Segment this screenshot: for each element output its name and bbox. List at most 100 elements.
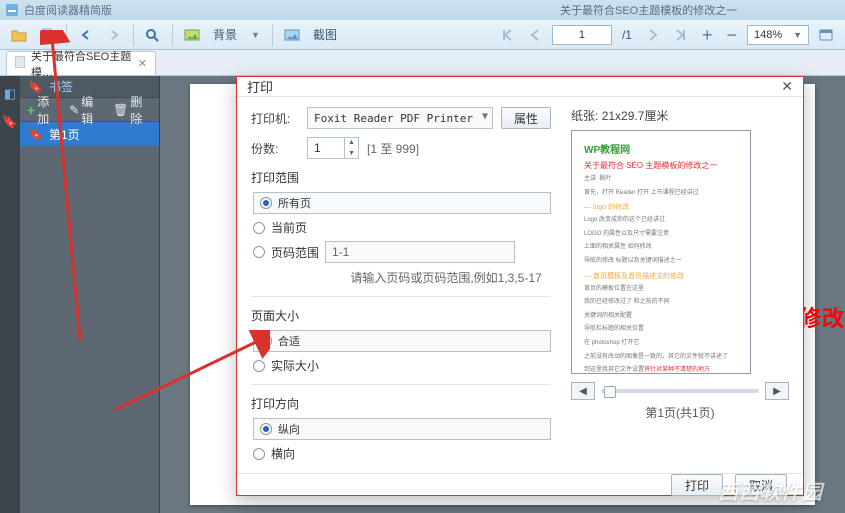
page-range-hint: 请输入页码或页码范围,例如1,3,5-17 <box>341 269 551 286</box>
rail-bookmark-ribbon-icon[interactable]: 🔖 <box>2 114 18 130</box>
spinner-down-icon[interactable]: ▼ <box>345 148 358 159</box>
delete-label: 删除 <box>130 93 152 127</box>
size-fit-label: 合适 <box>278 333 300 349</box>
prev-page-button[interactable] <box>524 24 546 46</box>
print-preview: WP教程网 关于最符合 SEO 主题模板的修改之一 主讲: 枫叶 首先，打开 R… <box>571 130 751 374</box>
print-ok-label: 打印 <box>685 477 709 494</box>
add-label: 添加 <box>37 93 59 127</box>
tab-icon <box>15 56 25 71</box>
layout-mode-button[interactable] <box>815 24 837 46</box>
zoom-out-button[interactable]: − <box>722 26 741 44</box>
page-range-input[interactable]: 1-1 <box>325 241 515 263</box>
close-tab-icon[interactable]: ✕ <box>138 57 147 70</box>
main-toolbar: 背景 ▼ 截图 1 /1 + − 148% ▼ <box>0 20 845 50</box>
screenshot-icon[interactable] <box>281 24 303 46</box>
tab-label: 关于最符合SEO主题模… <box>31 48 132 80</box>
bookmark-item-label: 第1页 <box>49 126 80 143</box>
radio-dot-icon <box>260 197 272 209</box>
copies-hint: [1 至 999] <box>367 140 419 157</box>
props-label: 属性 <box>514 110 538 127</box>
copies-value: 1 <box>314 141 321 155</box>
print-button[interactable] <box>36 24 58 46</box>
chevron-down-icon: ▼ <box>482 111 488 122</box>
zoom-select[interactable]: 148% ▼ <box>747 25 809 45</box>
dialog-close-button[interactable]: ✕ <box>781 78 793 95</box>
edit-label: 编辑 <box>81 93 103 127</box>
document-title-header: 关于最符合SEO主题模板的修改之一 <box>560 0 737 20</box>
trash-icon: 🗑 <box>113 103 128 117</box>
zoom-value: 148% <box>754 29 782 41</box>
preview-slider[interactable] <box>601 389 759 393</box>
orientation-title: 打印方向 <box>251 395 551 412</box>
printer-value: Foxit Reader PDF Printer <box>314 112 473 125</box>
toolbar-right: 1 /1 + − 148% ▼ <box>496 24 837 46</box>
page-range-value: 1-1 <box>332 245 349 259</box>
page-current: 1 <box>579 29 585 41</box>
bookmark-edit-button[interactable]: ✎ 编辑 <box>66 93 106 127</box>
page-number-input[interactable]: 1 <box>552 25 612 45</box>
size-fit-radio[interactable]: 合适 <box>253 330 551 352</box>
bg-dropdown-icon[interactable]: ▼ <box>247 30 264 40</box>
preview-logo: WP教程网 <box>584 141 738 156</box>
copies-label: 份数: <box>251 140 299 157</box>
bookmarks-panel: 🔖 书签 + 添加 ✎ 编辑 🗑 删除 🔖 第1页 <box>20 76 160 513</box>
find-button[interactable] <box>142 24 164 46</box>
preview-headline: 关于最符合 SEO 主题模板的修改之一 <box>584 160 738 171</box>
redo-button[interactable] <box>103 24 125 46</box>
print-dialog: 打印 ✕ 打印机: Foxit Reader PDF Printer ▼ 属性 … <box>236 76 804 496</box>
preview-page-counter: 第1页(共1页) <box>571 404 789 421</box>
rail-bookmarks-icon[interactable]: ◧ <box>4 86 16 102</box>
paper-label: 纸张: <box>571 109 598 123</box>
next-page-button[interactable] <box>642 24 664 46</box>
range-pages-radio[interactable]: 页码范围 1-1 <box>253 241 551 263</box>
dialog-title: 打印 <box>247 77 273 96</box>
paper-value: 21x29.7厘米 <box>602 109 669 123</box>
copies-spinner[interactable]: 1 ▲▼ <box>307 137 359 159</box>
first-page-button[interactable] <box>496 24 518 46</box>
radio-dot-icon <box>260 423 272 435</box>
doc-tab-active[interactable]: 关于最符合SEO主题模… ✕ <box>6 51 156 75</box>
orient-portrait-label: 纵向 <box>278 421 300 437</box>
pencil-icon: ✎ <box>69 103 79 117</box>
print-range-title: 打印范围 <box>251 169 551 186</box>
orient-landscape-label: 横向 <box>271 445 295 462</box>
left-rail: ◧ 🔖 <box>0 76 20 513</box>
bookmark-icon: 🔖 <box>28 80 43 94</box>
bookmark-delete-button[interactable]: 🗑 删除 <box>110 93 155 127</box>
background-image-icon[interactable] <box>181 24 203 46</box>
printer-properties-button[interactable]: 属性 <box>501 107 551 129</box>
radio-dot-icon <box>253 246 265 258</box>
page-total: /1 <box>618 28 636 42</box>
radio-dot-icon <box>253 360 265 372</box>
printer-select[interactable]: Foxit Reader PDF Printer ▼ <box>307 107 493 129</box>
range-current-radio[interactable]: 当前页 <box>253 219 551 236</box>
orient-portrait-radio[interactable]: 纵向 <box>253 418 551 440</box>
app-title: 白度阅读器精简版 <box>24 2 112 18</box>
range-current-label: 当前页 <box>271 219 307 236</box>
plus-icon: + <box>27 102 35 118</box>
bookmark-item-icon: 🔖 <box>28 127 43 141</box>
range-all-label: 所有页 <box>278 195 311 211</box>
zoom-in-button[interactable]: + <box>698 26 717 44</box>
size-actual-radio[interactable]: 实际大小 <box>253 357 551 374</box>
range-all-radio[interactable]: 所有页 <box>253 192 551 214</box>
last-page-button[interactable] <box>670 24 692 46</box>
radio-dot-icon <box>260 335 272 347</box>
background-label[interactable]: 背景 <box>209 26 241 43</box>
bookmark-add-button[interactable]: + 添加 <box>24 93 62 127</box>
range-pages-label: 页码范围 <box>271 244 319 261</box>
screenshot-label[interactable]: 截图 <box>309 26 341 43</box>
preview-next-button[interactable]: ▶ <box>765 382 789 400</box>
dialog-print-button[interactable]: 打印 <box>671 474 723 496</box>
app-icon <box>6 4 18 16</box>
orient-landscape-radio[interactable]: 横向 <box>253 445 551 462</box>
radio-dot-icon <box>253 222 265 234</box>
page-size-title: 页面大小 <box>251 307 551 324</box>
preview-prev-button[interactable]: ◀ <box>571 382 595 400</box>
spinner-up-icon[interactable]: ▲ <box>345 137 358 148</box>
open-file-button[interactable] <box>8 24 30 46</box>
undo-button[interactable] <box>75 24 97 46</box>
chevron-down-icon: ▼ <box>793 30 802 40</box>
dialog-titlebar: 打印 ✕ <box>237 77 803 97</box>
printer-label: 打印机: <box>251 110 299 127</box>
